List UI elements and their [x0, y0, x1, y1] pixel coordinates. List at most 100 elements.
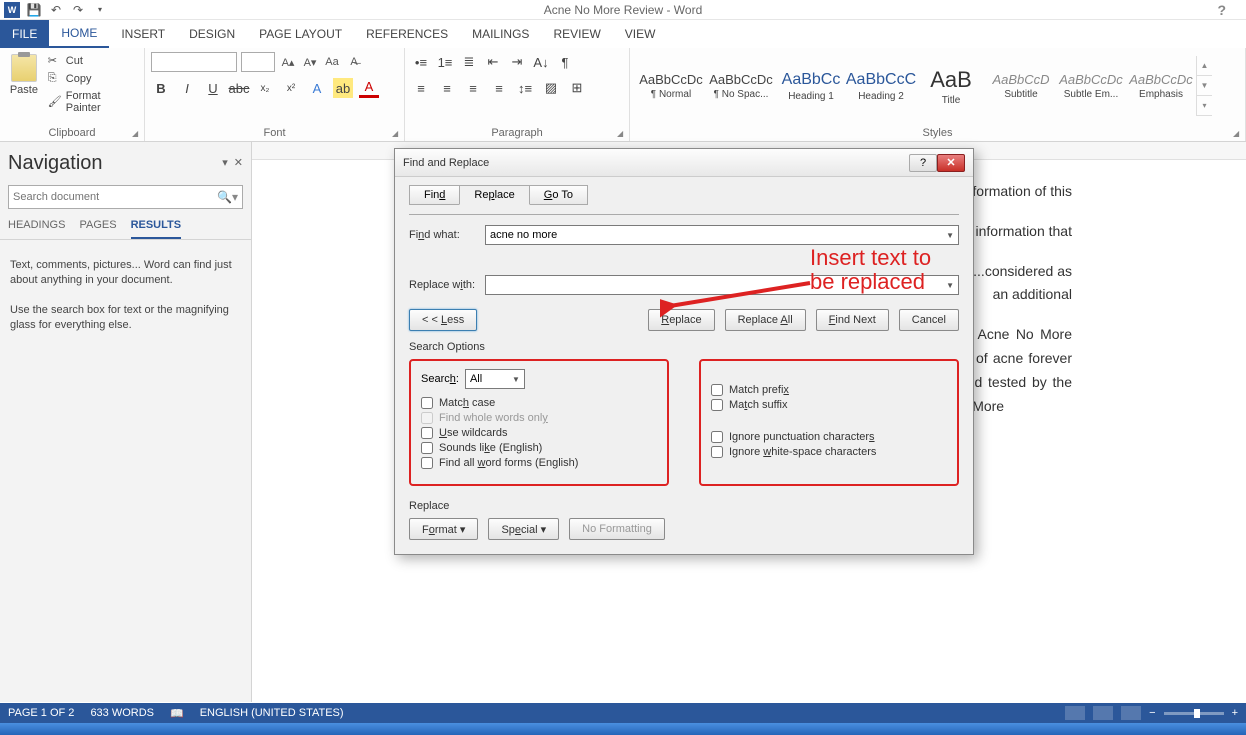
taskbar[interactable]: [0, 723, 1246, 735]
decrease-indent-button[interactable]: ⇤: [483, 52, 503, 72]
style-title[interactable]: AaBTitle: [916, 56, 986, 116]
numbering-button[interactable]: 1≡: [435, 52, 455, 72]
zoom-out-button[interactable]: −: [1149, 707, 1155, 719]
dialog-tab-goto[interactable]: Go To: [529, 185, 588, 205]
dialog-close-button[interactable]: ✕: [937, 154, 965, 172]
find-what-field[interactable]: [490, 229, 946, 241]
tab-page-layout[interactable]: PAGE LAYOUT: [247, 20, 354, 48]
styles-down-icon[interactable]: ▼: [1197, 76, 1212, 96]
save-icon[interactable]: 💾: [26, 2, 42, 18]
format-button[interactable]: Format ▾: [409, 518, 478, 540]
match-suffix-checkbox[interactable]: Match suffix: [711, 399, 947, 411]
subscript-button[interactable]: x₂: [255, 78, 275, 98]
match-case-checkbox[interactable]: Match case: [421, 397, 657, 409]
cancel-button[interactable]: Cancel: [899, 309, 959, 331]
align-left-button[interactable]: ≡: [411, 78, 431, 98]
nav-tab-headings[interactable]: HEADINGS: [8, 219, 65, 239]
ignore-punct-checkbox[interactable]: Ignore punctuation characters: [711, 431, 947, 443]
styles-more-icon[interactable]: ▾: [1197, 96, 1212, 116]
change-case-button[interactable]: Aa: [323, 53, 341, 71]
nav-tab-pages[interactable]: PAGES: [79, 219, 116, 239]
dialog-tab-find[interactable]: Find: [409, 185, 460, 205]
align-center-button[interactable]: ≡: [437, 78, 457, 98]
text-effects-button[interactable]: A: [307, 78, 327, 98]
help-icon[interactable]: ?: [1217, 2, 1226, 18]
shrink-font-button[interactable]: A▾: [301, 53, 319, 71]
sounds-like-checkbox[interactable]: Sounds like (English): [421, 442, 657, 454]
underline-button[interactable]: U: [203, 78, 223, 98]
shading-button[interactable]: ▨: [541, 78, 561, 98]
paragraph-launcher[interactable]: ◢: [617, 129, 627, 139]
style-subtle-em-[interactable]: AaBbCcDcSubtle Em...: [1056, 56, 1126, 116]
borders-button[interactable]: ⊞: [567, 78, 587, 98]
find-next-button[interactable]: Find Next: [816, 309, 889, 331]
qat-more-icon[interactable]: ▾: [92, 2, 108, 18]
status-proofing-icon[interactable]: 📖: [170, 707, 184, 720]
undo-icon[interactable]: ↶: [48, 2, 64, 18]
nav-tab-results[interactable]: RESULTS: [131, 219, 182, 239]
replace-with-input[interactable]: ▼: [485, 275, 959, 295]
status-language[interactable]: ENGLISH (UNITED STATES): [200, 707, 344, 719]
search-direction-select[interactable]: All ▼: [465, 369, 525, 389]
nav-dropdown-icon[interactable]: ▾: [222, 156, 228, 169]
dialog-help-button[interactable]: ?: [909, 154, 937, 172]
dialog-tab-replace[interactable]: Replace: [459, 185, 529, 205]
tab-home[interactable]: HOME: [49, 20, 109, 48]
tab-review[interactable]: REVIEW: [541, 20, 612, 48]
copy-button[interactable]: ⎘Copy: [48, 72, 138, 86]
replace-button[interactable]: Replace: [648, 309, 714, 331]
word-forms-checkbox[interactable]: Find all word forms (English): [421, 457, 657, 469]
multilevel-button[interactable]: ≣: [459, 52, 479, 72]
font-size-input[interactable]: [241, 52, 275, 72]
tab-file[interactable]: FILE: [0, 20, 49, 48]
replace-with-field[interactable]: [490, 279, 946, 291]
align-right-button[interactable]: ≡: [463, 78, 483, 98]
print-layout-button[interactable]: [1093, 706, 1113, 720]
bold-button[interactable]: B: [151, 78, 171, 98]
font-color-button[interactable]: A: [359, 78, 379, 98]
ignore-ws-checkbox[interactable]: Ignore white-space characters: [711, 446, 947, 458]
tab-mailings[interactable]: MAILINGS: [460, 20, 541, 48]
match-prefix-checkbox[interactable]: Match prefix: [711, 384, 947, 396]
grow-font-button[interactable]: A▴: [279, 53, 297, 71]
clear-formatting-button[interactable]: A̶: [345, 53, 363, 71]
highlight-button[interactable]: ab: [333, 78, 353, 98]
styles-up-icon[interactable]: ▲: [1197, 56, 1212, 76]
search-input[interactable]: [13, 191, 217, 203]
format-painter-button[interactable]: 🖌Format Painter: [48, 90, 138, 114]
justify-button[interactable]: ≡: [489, 78, 509, 98]
paste-button[interactable]: Paste: [6, 52, 42, 120]
nav-close-icon[interactable]: ✕: [234, 156, 243, 169]
replace-dropdown-icon[interactable]: ▼: [946, 281, 954, 290]
font-name-input[interactable]: [151, 52, 237, 72]
whole-words-checkbox[interactable]: Find whole words only: [421, 412, 657, 424]
strikethrough-button[interactable]: abc: [229, 78, 249, 98]
bullets-button[interactable]: •≡: [411, 52, 431, 72]
style--no-spac-[interactable]: AaBbCcDc¶ No Spac...: [706, 56, 776, 116]
style-heading-1[interactable]: AaBbCcHeading 1: [776, 56, 846, 116]
find-dropdown-icon[interactable]: ▼: [946, 231, 954, 240]
zoom-slider[interactable]: [1164, 712, 1224, 715]
font-launcher[interactable]: ◢: [392, 129, 402, 139]
replace-all-button[interactable]: Replace All: [725, 309, 806, 331]
sort-button[interactable]: A↓: [531, 52, 551, 72]
read-mode-button[interactable]: [1065, 706, 1085, 720]
styles-scroll[interactable]: ▲▼▾: [1196, 56, 1212, 116]
less-button[interactable]: < < Less: [409, 309, 477, 331]
search-icon[interactable]: 🔍▾: [217, 190, 238, 204]
styles-launcher[interactable]: ◢: [1233, 129, 1243, 139]
style--normal[interactable]: AaBbCcDc¶ Normal: [636, 56, 706, 116]
cut-button[interactable]: ✂Cut: [48, 54, 138, 68]
special-button[interactable]: Special ▾: [488, 518, 559, 540]
redo-icon[interactable]: ↷: [70, 2, 86, 18]
status-page[interactable]: PAGE 1 OF 2: [8, 707, 74, 719]
web-layout-button[interactable]: [1121, 706, 1141, 720]
italic-button[interactable]: I: [177, 78, 197, 98]
line-spacing-button[interactable]: ↕≡: [515, 78, 535, 98]
wildcards-checkbox[interactable]: Use wildcards: [421, 427, 657, 439]
tab-view[interactable]: VIEW: [613, 20, 668, 48]
style-subtitle[interactable]: AaBbCcDSubtitle: [986, 56, 1056, 116]
clipboard-launcher[interactable]: ◢: [132, 129, 142, 139]
show-marks-button[interactable]: ¶: [555, 52, 575, 72]
style-heading-2[interactable]: AaBbCcCHeading 2: [846, 56, 916, 116]
